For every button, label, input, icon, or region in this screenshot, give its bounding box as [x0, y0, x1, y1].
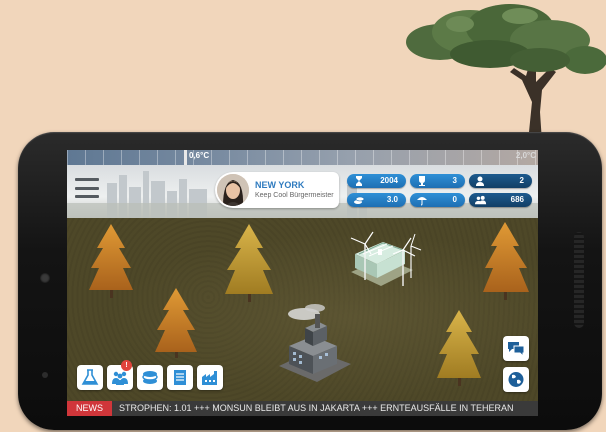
finance-button[interactable] [137, 365, 163, 390]
game-stage: 0,6°C 2,0°C NEW YORK Keep Cool Bürgermei… [0, 0, 606, 432]
speaker-grille [574, 232, 584, 328]
autumn-tree[interactable] [483, 222, 529, 300]
people-icon [112, 371, 128, 385]
chat-button[interactable] [503, 336, 529, 361]
news-ticker[interactable]: NEWS STROPHEN: 1.01 +++ MONSUN BLEIBT AU… [67, 401, 538, 416]
notification-badge: ! [121, 360, 132, 371]
research-button[interactable] [77, 365, 103, 390]
autumn-tree[interactable] [155, 288, 197, 358]
chat-icon [508, 342, 525, 357]
game-screen: 0,6°C 2,0°C NEW YORK Keep Cool Bürgermei… [67, 150, 538, 416]
autumn-tree[interactable] [437, 310, 481, 386]
autumn-tree[interactable] [225, 224, 273, 302]
sensor-icon [42, 372, 48, 378]
greenhouse-building[interactable] [350, 231, 422, 286]
flask-icon [81, 369, 99, 385]
news-text: STROPHEN: 1.01 +++ MONSUN BLEIBT AUS IN … [119, 403, 514, 413]
document-icon [174, 370, 186, 385]
report-button[interactable] [167, 365, 193, 390]
industry-button[interactable] [197, 365, 223, 390]
tree-illustration [406, 4, 606, 142]
news-label: NEWS [67, 401, 112, 416]
factory-icon [202, 371, 217, 385]
factory-building[interactable] [279, 304, 351, 382]
world-map-button[interactable] [503, 367, 529, 392]
autumn-tree[interactable] [89, 224, 133, 298]
globe-icon [508, 372, 524, 387]
money-icon [142, 371, 158, 384]
camera-icon [40, 273, 50, 283]
